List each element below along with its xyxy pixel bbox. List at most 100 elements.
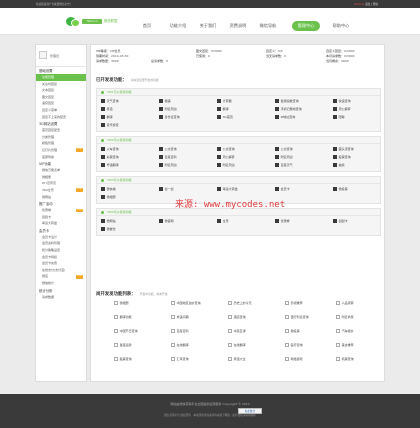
nav-item[interactable]: 首页 — [140, 21, 154, 31]
checkbox[interactable] — [101, 115, 105, 119]
pending-feature[interactable]: 银行利息查询 — [285, 314, 309, 321]
sidebar-item[interactable]: 自定义菜单 — [36, 107, 86, 114]
feature-checkbox[interactable]: 附近周边 — [159, 162, 177, 169]
logout-help-links[interactable]: 退出 | 帮助 — [365, 3, 378, 6]
checkbox[interactable] — [159, 107, 163, 111]
sidebar-item[interactable]: 在线支付(支付宝) — [36, 267, 86, 274]
feature-checkbox[interactable]: 周公解梦 — [333, 106, 351, 113]
checkbox[interactable] — [171, 301, 175, 305]
user-links[interactable]: adchina 退出 | 帮助 — [354, 2, 378, 6]
pending-feature[interactable]: 历史上的今天 — [228, 300, 252, 307]
sidebar-item[interactable]: 分类管理 — [36, 134, 86, 141]
pending-feature[interactable]: 中国节日查询 — [114, 328, 138, 335]
sidebar-item[interactable]: 会员卡充值 — [36, 260, 86, 267]
feature-checkbox[interactable]: 股票查询 — [333, 154, 351, 161]
feature-checkbox[interactable]: 3G首页 — [217, 114, 233, 121]
sidebar-item[interactable]: 请求数据 — [36, 294, 86, 301]
feature-checkbox[interactable]: 附近周边 — [275, 154, 293, 161]
checkbox[interactable] — [114, 301, 118, 305]
checkbox[interactable] — [275, 163, 279, 167]
sidebar-item[interactable]: 底部导航 — [36, 154, 86, 161]
checkbox[interactable] — [159, 187, 163, 191]
checkbox[interactable] — [159, 155, 163, 159]
nav-item[interactable]: 关于我们 — [198, 21, 218, 31]
checkbox[interactable] — [217, 163, 221, 167]
feature-checkbox[interactable]: 健康指数查询 — [275, 98, 299, 105]
checkbox[interactable] — [285, 301, 289, 305]
pending-feature[interactable]: 成语词典 — [171, 314, 189, 321]
checkbox[interactable] — [101, 155, 105, 159]
checkbox[interactable] — [101, 107, 105, 111]
checkbox[interactable] — [336, 315, 340, 319]
checkbox[interactable] — [275, 187, 279, 191]
feature-checkbox[interactable]: 周公解梦 — [217, 154, 235, 161]
checkbox[interactable] — [217, 155, 221, 159]
feature-checkbox[interactable]: 附近周边 — [159, 106, 177, 113]
checkbox[interactable] — [228, 301, 232, 305]
feature-checkbox[interactable]: 音乐搜索 — [101, 122, 119, 129]
sidebar-item[interactable]: 微店 new — [36, 273, 86, 280]
pending-feature[interactable]: 人品测算 — [336, 300, 354, 307]
pending-feature[interactable]: 中国地区油价查询 — [171, 300, 201, 307]
feature-checkbox[interactable]: 微官网 — [159, 218, 174, 225]
feature-checkbox[interactable]: 抽奖 — [333, 162, 345, 169]
feature-checkbox[interactable]: 彩票查询 — [101, 154, 119, 161]
sidebar-item[interactable]: 关注时回复 — [36, 81, 86, 88]
checkbox[interactable] — [336, 301, 340, 305]
feature-checkbox[interactable]: 陪聊 — [333, 114, 345, 121]
username-link[interactable]: adchina — [354, 3, 364, 6]
nav-item[interactable]: 微信导航 — [258, 21, 278, 31]
feature-checkbox[interactable]: 摇一摇 — [159, 186, 174, 193]
feature-checkbox[interactable]: 刮刮卡 — [333, 218, 348, 225]
checkbox[interactable] — [159, 163, 163, 167]
sidebar-item[interactable]: 语音回复 — [36, 100, 86, 107]
checkbox[interactable] — [101, 187, 105, 191]
feature-checkbox[interactable]: 微相册 — [101, 194, 116, 201]
sidebar-item[interactable]: 文本回复 — [36, 87, 86, 94]
nav-item[interactable]: 功能介绍 — [168, 21, 188, 31]
sidebar-item[interactable]: 会员卡特权 — [36, 254, 86, 261]
checkbox[interactable] — [333, 99, 337, 103]
feature-checkbox[interactable]: 公交查询 — [217, 146, 235, 153]
feature-checkbox[interactable]: 会员卡 — [275, 186, 290, 193]
sidebar-item[interactable]: 回复不上来的配置 — [36, 114, 86, 121]
feature-checkbox[interactable]: 计算器 — [217, 98, 232, 105]
feature-checkbox[interactable]: 微信墙 — [101, 186, 116, 193]
pending-feature[interactable]: 翻译功能 — [114, 314, 132, 321]
feature-checkbox[interactable]: 翻译 — [217, 106, 229, 113]
feature-checkbox[interactable]: 微网站 — [101, 218, 116, 225]
checkbox[interactable] — [333, 219, 337, 223]
sidebar-item[interactable]: 幸运大转盘 — [36, 220, 86, 227]
pending-feature[interactable]: 汽车报价 — [336, 328, 354, 335]
pending-feature[interactable]: 机票查询 — [336, 356, 354, 363]
checkbox[interactable] — [333, 187, 337, 191]
checkbox[interactable] — [228, 329, 232, 333]
feature-checkbox[interactable]: 附近周边 — [217, 162, 235, 169]
checkbox[interactable] — [171, 329, 175, 333]
checkbox[interactable] — [336, 343, 340, 347]
feature-checkbox[interactable]: 粤语翻译 — [101, 162, 119, 169]
checkbox[interactable] — [171, 315, 175, 319]
checkbox[interactable] — [101, 195, 105, 199]
checkbox[interactable] — [275, 99, 279, 103]
nav-item[interactable]: 帮助中心 — [330, 21, 352, 31]
checkbox[interactable] — [333, 107, 337, 111]
checkbox[interactable] — [336, 329, 340, 333]
checkbox[interactable] — [114, 357, 118, 361]
checkbox[interactable] — [101, 163, 105, 167]
feature-checkbox[interactable]: 手机归属地查询 — [275, 106, 302, 113]
sidebar-item[interactable]: 图文回复 — [36, 94, 86, 101]
sidebar-item[interactable]: 功能管理 — [36, 74, 86, 81]
feature-checkbox[interactable]: 火车查询 — [101, 146, 119, 153]
sidebar-item[interactable]: 微信万能表单 — [36, 167, 86, 174]
feature-checkbox[interactable]: 全景 — [217, 218, 229, 225]
checkbox[interactable] — [285, 315, 289, 319]
checkbox[interactable] — [228, 357, 232, 361]
pending-feature[interactable]: 微相册 — [114, 300, 129, 307]
feature-checkbox[interactable]: 公交查询 — [159, 146, 177, 153]
checkbox[interactable] — [217, 107, 221, 111]
pending-feature[interactable]: 微投票 — [285, 328, 300, 335]
pending-feature[interactable]: 网络游戏 — [285, 356, 303, 363]
checkbox[interactable] — [217, 187, 221, 191]
checkbox[interactable] — [159, 99, 163, 103]
